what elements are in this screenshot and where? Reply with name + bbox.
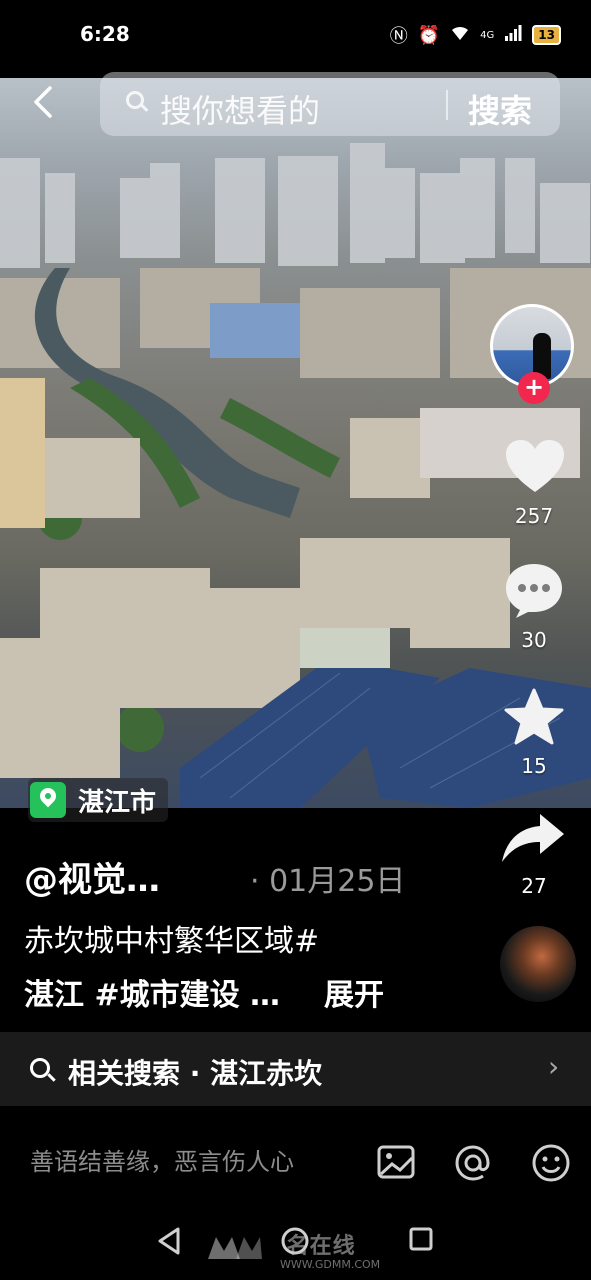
post-description-line-2: 湛江 #城市建设 … xyxy=(24,978,281,1013)
author-name[interactable]: @视觉… xyxy=(24,852,160,901)
battery-icon: 13 xyxy=(532,25,561,45)
nfc-icon: Ⓝ xyxy=(389,26,408,47)
city-aerial-image xyxy=(0,143,591,808)
comment-button[interactable] xyxy=(504,562,564,622)
image-button[interactable] xyxy=(376,1142,416,1182)
status-icons: Ⓝ ⏰ 4G 13 xyxy=(390,22,561,48)
image-icon xyxy=(377,1145,415,1179)
status-bar: 6:28 Ⓝ ⏰ 4G 13 xyxy=(0,0,591,72)
related-search-bar[interactable]: 相关搜索 · 湛江赤坎 › xyxy=(0,1032,591,1106)
nav-back-button[interactable] xyxy=(156,1226,182,1260)
status-time: 6:28 xyxy=(80,22,130,46)
at-icon xyxy=(455,1145,490,1181)
share-count: 27 xyxy=(521,874,547,898)
alarm-icon: ⏰ xyxy=(417,24,441,46)
network-type: 4G xyxy=(480,29,495,41)
expand-button[interactable]: 展开 xyxy=(324,970,384,1014)
search-icon xyxy=(126,91,144,109)
comment-count: 30 xyxy=(521,628,547,652)
square-recents-icon xyxy=(409,1227,433,1251)
share-icon xyxy=(502,814,564,862)
post-description-line-1: 赤坎城中村繁华区域# xyxy=(24,924,320,959)
location-tag[interactable]: 湛江市 xyxy=(28,778,169,822)
back-button[interactable] xyxy=(30,84,66,124)
nav-recents-button[interactable] xyxy=(408,1226,434,1256)
post-date: · 01月25日 xyxy=(250,864,406,899)
music-disc[interactable] xyxy=(500,926,576,1002)
favorite-count: 15 xyxy=(521,754,547,778)
star-icon xyxy=(504,688,564,745)
location-pin-icon xyxy=(30,782,66,818)
related-search-text: 相关搜索 · 湛江赤坎 xyxy=(68,1057,323,1090)
wifi-icon xyxy=(450,25,470,46)
search-divider xyxy=(446,90,448,120)
mention-button[interactable] xyxy=(452,1142,492,1182)
like-button[interactable] xyxy=(504,438,566,500)
favorite-button[interactable] xyxy=(504,688,564,750)
triangle-back-icon xyxy=(158,1227,180,1255)
emoji-icon xyxy=(532,1144,570,1182)
search-input[interactable]: 搜你想看的 xyxy=(160,86,320,132)
signal-icon xyxy=(504,24,522,46)
location-label: 湛江市 xyxy=(78,787,157,818)
watermark-text: 名在线 xyxy=(286,1234,356,1259)
like-count: 257 xyxy=(514,504,554,528)
heart-icon xyxy=(506,440,564,492)
watermark-url: WWW.GDMM.COM xyxy=(280,1258,381,1271)
search-bar[interactable]: 搜你想看的 搜索 xyxy=(100,72,560,136)
search-button[interactable]: 搜索 xyxy=(468,86,532,132)
share-button[interactable] xyxy=(500,812,566,868)
watermark-logo xyxy=(208,1237,262,1259)
comment-icon xyxy=(506,564,562,618)
search-icon xyxy=(30,1058,50,1078)
video-player[interactable] xyxy=(0,78,591,808)
chevron-right-icon: › xyxy=(548,1050,560,1083)
watermark: 名在线 xyxy=(206,1228,356,1261)
follow-button[interactable]: + xyxy=(518,372,550,404)
comment-input[interactable]: 善语结善缘，恶言伤人心 xyxy=(30,1142,294,1177)
chevron-left-icon xyxy=(34,86,52,118)
emoji-button[interactable] xyxy=(530,1142,570,1182)
